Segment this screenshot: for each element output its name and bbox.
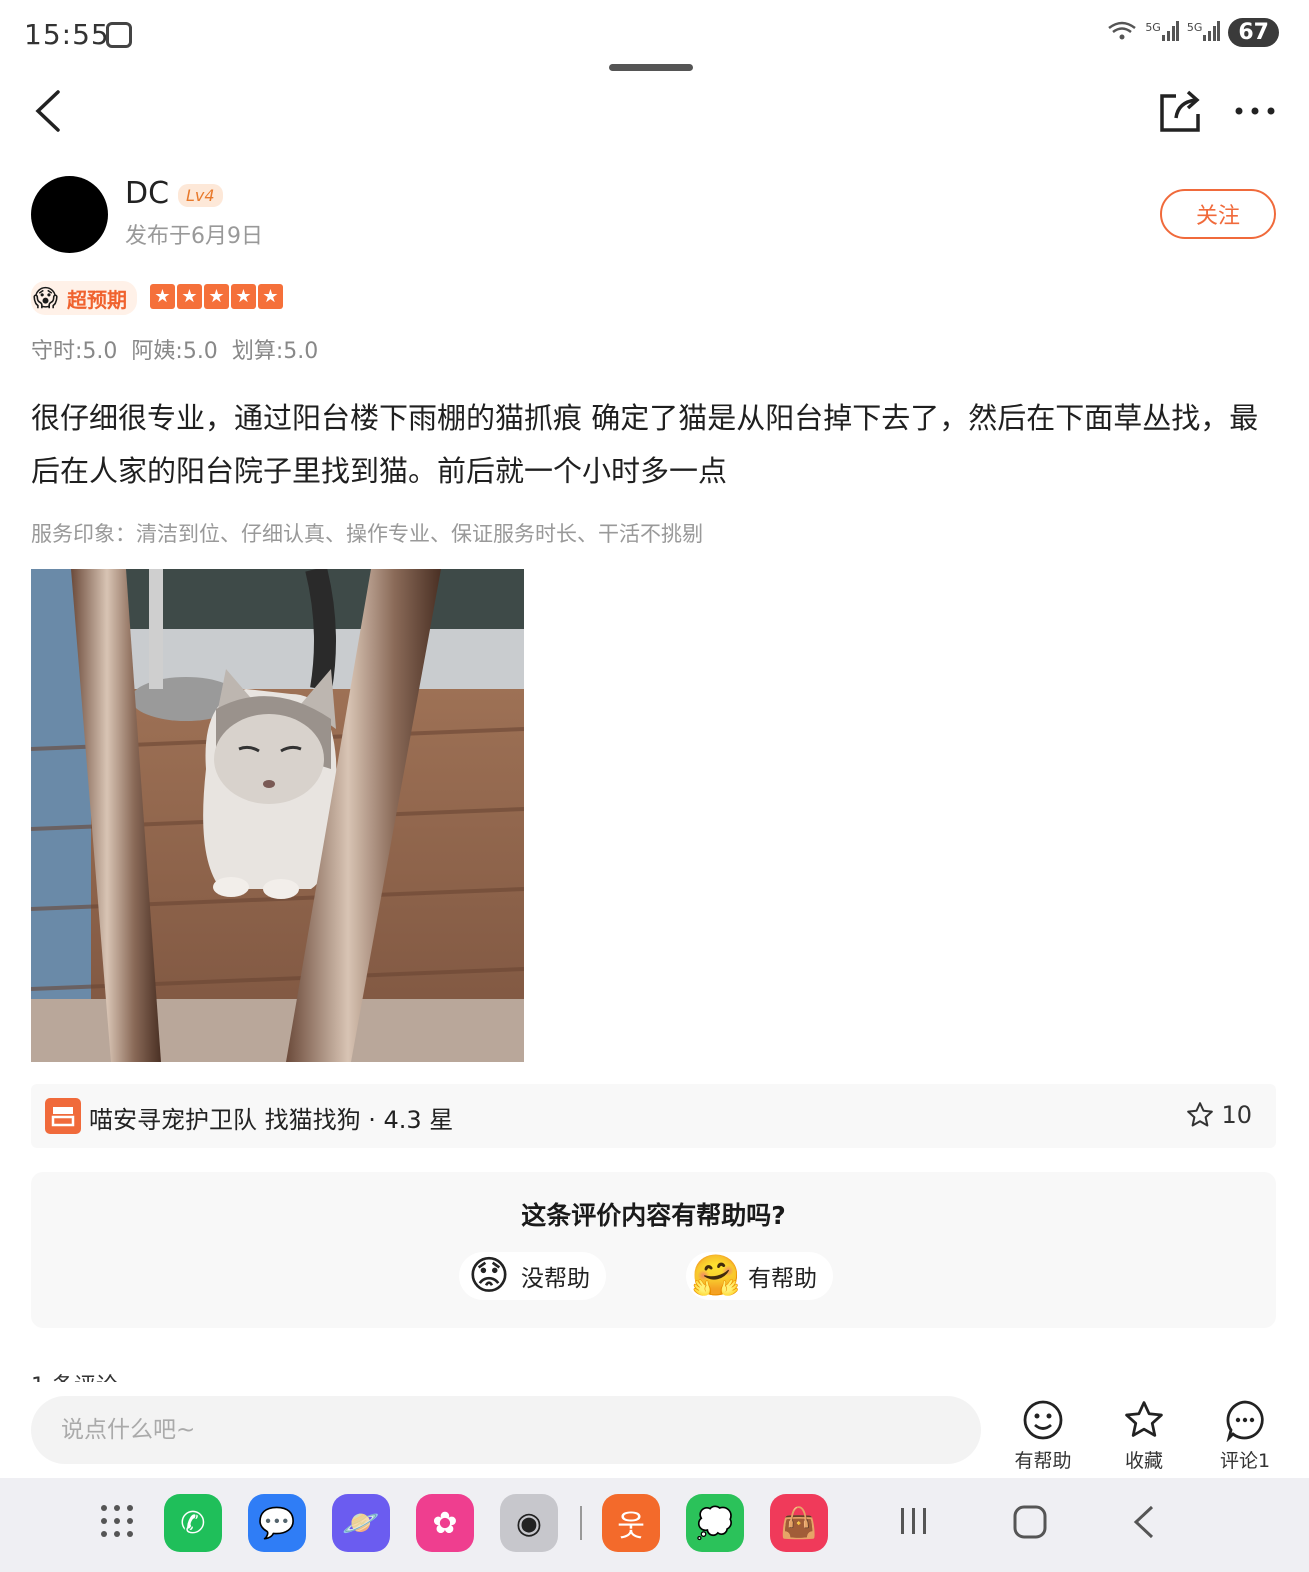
- thumbs-emoji-icon: 😱: [33, 284, 59, 312]
- share-button[interactable]: [1158, 88, 1202, 138]
- share-icon: [1160, 90, 1200, 132]
- comment-input[interactable]: [31, 1396, 981, 1464]
- collect-label: 收藏: [1124, 1450, 1163, 1472]
- messages-app-icon[interactable]: 💬: [248, 1494, 306, 1552]
- signal-label-1: 5G: [1145, 20, 1161, 34]
- status-icons: 5G 5G 67: [1107, 18, 1279, 47]
- meituan-app-icon[interactable]: 웃: [602, 1494, 660, 1552]
- user-name[interactable]: DC: [125, 176, 169, 211]
- back-button[interactable]: [30, 88, 66, 138]
- happy-face-icon: 🤗: [691, 1253, 741, 1299]
- shopping-app-icon[interactable]: 👜: [770, 1494, 828, 1552]
- signal-icon-2: 5G: [1186, 20, 1221, 45]
- more-dots-icon: [1235, 107, 1275, 115]
- system-back-button[interactable]: [1130, 1504, 1160, 1549]
- collect-button[interactable]: 收藏: [1104, 1398, 1184, 1473]
- score-value: 划算:5.0: [231, 339, 319, 364]
- review-photo[interactable]: [31, 569, 524, 1062]
- app-drawer-icon[interactable]: [100, 1504, 134, 1542]
- helpful-button[interactable]: 🤗 有帮助: [686, 1252, 833, 1300]
- comments-count: 1 条评论: [31, 1368, 118, 1382]
- helpful-smile-icon: [1023, 1400, 1063, 1440]
- service-impression: 服务印象：清洁到位、仔细认真、操作专业、保证服务时长、干活不挑剔: [31, 522, 703, 546]
- wechat-app-icon[interactable]: 💭: [686, 1494, 744, 1552]
- not-helpful-button[interactable]: 😟 没帮助: [459, 1252, 606, 1300]
- shop-card[interactable]: 喵安寻宠护卫队 找猫找狗 · 4.3 星 10: [31, 1084, 1276, 1148]
- browser-app-icon[interactable]: 🪐: [332, 1494, 390, 1552]
- sub-scores: 守时:5.0 阿姨:5.0 划算:5.0: [31, 333, 318, 365]
- back-arrow-icon: [35, 90, 60, 132]
- shop-favorite[interactable]: 10: [1185, 1100, 1252, 1130]
- star-icon: ★: [204, 284, 229, 309]
- badge-label: 超预期: [67, 287, 127, 312]
- helpful-label: 有帮助: [748, 1266, 817, 1292]
- battery-indicator: 67: [1228, 18, 1279, 47]
- comment-label: 评论1: [1219, 1450, 1271, 1472]
- star-outline-icon: [1187, 1102, 1214, 1127]
- helpful-question: 这条评价内容有帮助吗?: [521, 1201, 786, 1230]
- star-outline-icon: [1125, 1401, 1163, 1437]
- follow-button[interactable]: 关注: [1160, 189, 1276, 239]
- review-text: 很仔细很专业，通过阳台楼下雨棚的猫抓痕 确定了猫是从阳台掉下去了，然后在下面草丛…: [31, 401, 1259, 488]
- drag-handle[interactable]: [609, 64, 693, 71]
- helpful-action-button[interactable]: 有帮助: [1003, 1398, 1083, 1473]
- signal-icon-1: 5G: [1145, 20, 1179, 45]
- camera-app-icon[interactable]: ◉: [500, 1494, 558, 1552]
- recent-apps-button[interactable]: [898, 1504, 930, 1547]
- comment-button[interactable]: 评论1: [1205, 1398, 1285, 1473]
- system-dock: ✆ 💬 🪐 ✿ ◉ 웃 💭 👜: [0, 1478, 1309, 1572]
- star-rating: ★ ★ ★ ★ ★: [150, 284, 283, 309]
- star-icon: ★: [177, 284, 202, 309]
- star-icon: ★: [150, 284, 175, 309]
- shop-name: 喵安寻宠护卫队 找猫找狗 · 4.3 星: [89, 1106, 454, 1134]
- comment-bubble-icon: [1226, 1400, 1264, 1442]
- screenshot-icon: [106, 22, 132, 48]
- post-date: 发布于6月9日: [125, 224, 263, 249]
- star-icon: ★: [258, 284, 283, 309]
- wifi-icon: [1107, 20, 1137, 46]
- signal-label-2: 5G: [1186, 20, 1203, 34]
- home-button[interactable]: [1012, 1504, 1048, 1549]
- score-worker: 阿姨:5.0: [131, 339, 218, 364]
- star-icon: ★: [231, 284, 256, 309]
- helpful-feedback-box: 这条评价内容有帮助吗? 😟 没帮助 🤗 有帮助: [31, 1172, 1276, 1328]
- helpful-action-label: 有帮助: [1014, 1450, 1072, 1472]
- dock-divider: [580, 1506, 582, 1540]
- score-punctuality: 守时:5.0: [31, 339, 118, 364]
- exceed-expectation-badge: 😱 超预期: [31, 281, 137, 315]
- phone-app-icon[interactable]: ✆: [164, 1494, 222, 1552]
- more-button[interactable]: [1234, 96, 1276, 130]
- not-helpful-label: 没帮助: [521, 1266, 590, 1292]
- avatar[interactable]: [31, 176, 108, 253]
- shop-store-icon: [45, 1098, 81, 1134]
- cat-photo-illustration: [31, 569, 524, 1062]
- status-time: 15:55: [24, 18, 110, 51]
- sad-face-icon: 😟: [468, 1253, 510, 1299]
- level-badge: Lv4: [178, 184, 223, 207]
- favorite-count: 10: [1221, 1101, 1252, 1129]
- gallery-app-icon[interactable]: ✿: [416, 1494, 474, 1552]
